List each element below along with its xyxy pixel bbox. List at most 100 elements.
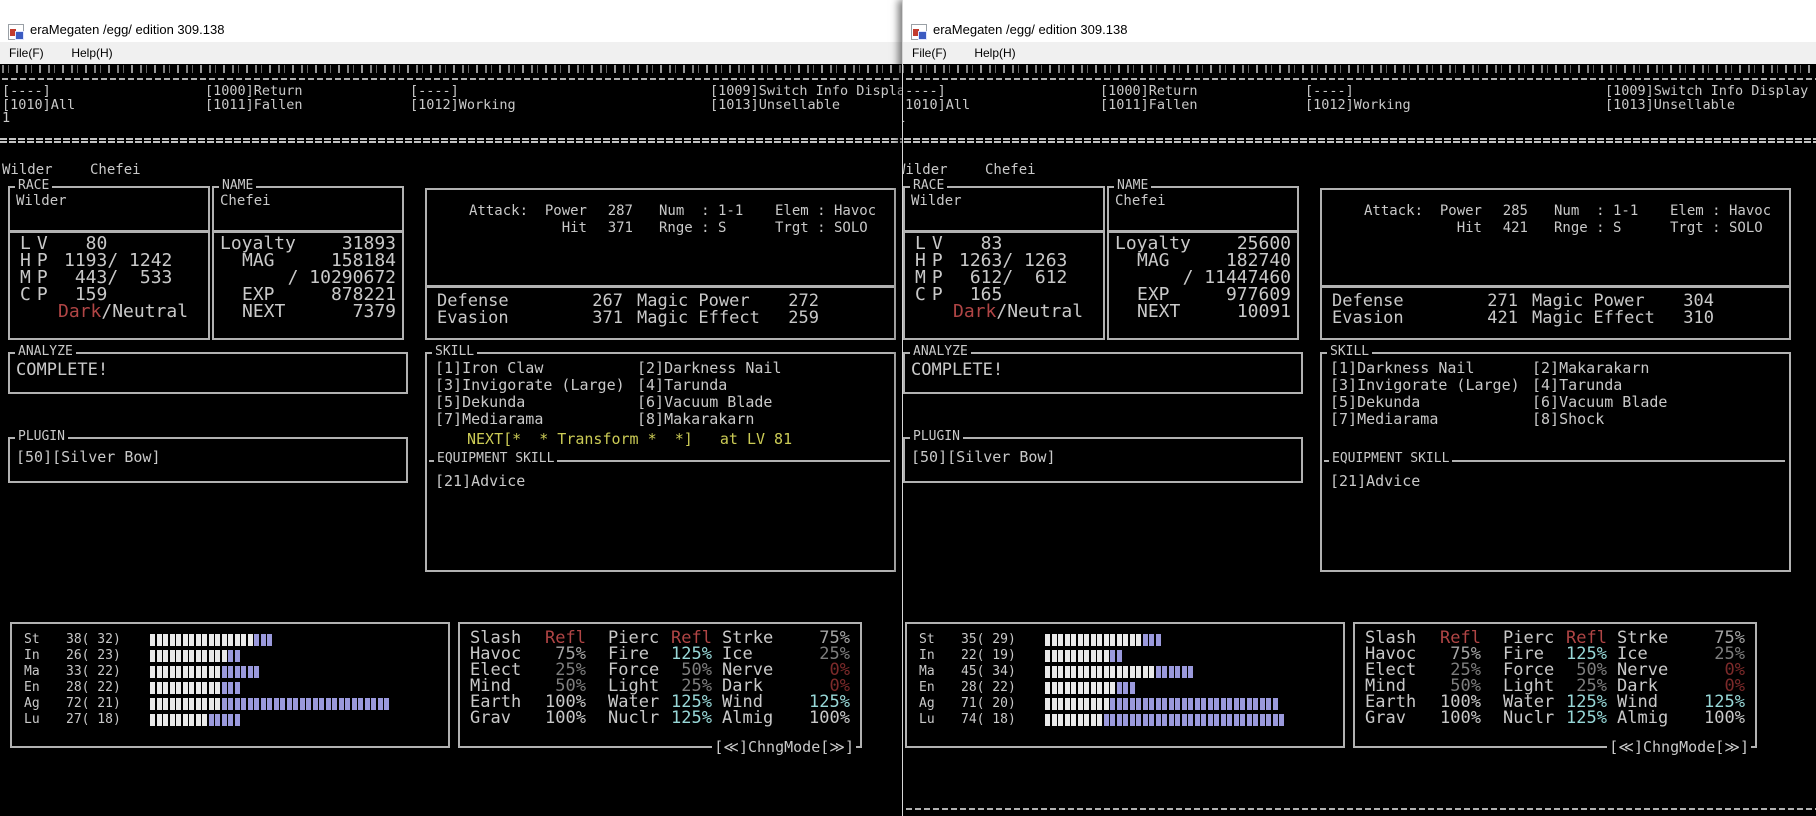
chngmode-button[interactable]: [≪]ChngMode[≫]	[1607, 738, 1751, 756]
mag-label: MAG	[242, 252, 275, 269]
skill-item[interactable]: [1]Iron Claw	[435, 360, 543, 377]
window-title: eraMegaten /egg/ edition 309.138	[30, 22, 224, 37]
param-row: En 28( 22)	[12, 680, 448, 696]
equipment-skill-item[interactable]: [21]Advice	[435, 472, 525, 490]
skill-item[interactable]: [8]Makarakarn	[637, 411, 754, 428]
resist-value: 100%	[809, 710, 850, 726]
command-item[interactable]: [----]	[410, 84, 459, 98]
cp-label: CP	[915, 286, 949, 303]
magic-effect-value: 310	[1642, 310, 1714, 326]
command-item[interactable]: [1009]Switch Info Display	[1605, 84, 1808, 98]
param-value: 26( 23)	[66, 648, 121, 663]
params-list: St 38( 32) In 26( 23) Ma 33( 22)	[12, 624, 448, 746]
defense-label: Defense	[437, 293, 509, 309]
menu-help[interactable]: Help(H)	[965, 43, 1024, 63]
analyze-value: COMPLETE!	[16, 360, 108, 380]
trgt-value: Trgt : SOLO	[775, 221, 868, 236]
command-item[interactable]: [1013]Unsellable	[1605, 98, 1735, 112]
command-item[interactable]: [----]	[2, 84, 51, 98]
param-bar	[150, 666, 261, 678]
name-value: Chefei	[220, 193, 271, 209]
skill-item[interactable]: [6]Vacuum Blade	[1532, 394, 1667, 411]
skill-box: SKILL [1]Darkness Nail[2]Makarakarn[3]In…	[1320, 352, 1791, 572]
menu-file[interactable]: File(F)	[903, 43, 956, 63]
titlebar[interactable]: eraMegaten /egg/ edition 309.138	[903, 0, 1816, 42]
analyze-label: ANALYZE	[15, 345, 76, 359]
skill-item[interactable]: [7]Mediarama	[1330, 411, 1438, 428]
param-row: Lu 74( 18)	[907, 712, 1343, 728]
magic-power-label: Magic Power	[1532, 293, 1645, 309]
page-indicator: 1	[903, 110, 905, 126]
param-value: 28( 22)	[961, 680, 1016, 695]
equipment-skill-divider: EQUIPMENT SKILL	[429, 460, 890, 462]
console-content: [----] [1000]Return [----] [1009]Switch Inf…	[0, 64, 902, 816]
evasion-value: 371	[543, 310, 623, 326]
param-bar	[1045, 714, 1286, 726]
command-item[interactable]: [1011]Fallen	[205, 98, 303, 112]
param-name: Ma	[24, 664, 40, 679]
analyze-box: ANALYZE COMPLETE!	[903, 352, 1303, 394]
param-name: In	[24, 648, 40, 663]
alignment-value: Dark/Neutral	[58, 303, 188, 320]
skill-item[interactable]: [5]Dekunda	[1330, 394, 1420, 411]
plugin-item[interactable]: [50][Silver Bow]	[911, 448, 1056, 466]
skill-item[interactable]: [2]Makarakarn	[1532, 360, 1649, 377]
command-item[interactable]: [1010]All	[903, 98, 970, 112]
skill-item[interactable]: [2]Darkness Nail	[637, 360, 782, 377]
skill-item[interactable]: [8]Shock	[1532, 411, 1604, 428]
command-row-2: [1010]All [1011]Fallen [1012]Working [1013]…	[0, 98, 902, 112]
command-item[interactable]: [----]	[903, 84, 946, 98]
evasion-value: 421	[1438, 310, 1518, 326]
menu-help[interactable]: Help(H)	[62, 43, 121, 63]
param-name: En	[24, 680, 40, 695]
param-name: St	[24, 632, 40, 647]
app-icon	[8, 24, 24, 40]
chngmode-button[interactable]: [≪]ChngMode[≫]	[712, 738, 856, 756]
skill-item[interactable]: [1]Darkness Nail	[1330, 360, 1475, 377]
skill-item[interactable]: [5]Dekunda	[435, 394, 525, 411]
command-item[interactable]: [1011]Fallen	[1100, 98, 1198, 112]
command-row-1: [----] [1000]Return [----] [1009]Switch Inf…	[903, 84, 1816, 98]
race-label: RACE	[15, 179, 52, 193]
bottom-separator	[903, 808, 1816, 810]
command-item[interactable]: [1012]Working	[1305, 98, 1411, 112]
skill-item[interactable]: [3]Invigorate (Large)	[1330, 377, 1520, 394]
alignment-value: Dark/Neutral	[953, 303, 1083, 320]
skill-item[interactable]: [7]Mediarama	[435, 411, 543, 428]
command-item[interactable]: [1010]All	[2, 98, 75, 112]
analyze-label: ANALYZE	[910, 345, 971, 359]
command-item[interactable]: [----]	[1305, 84, 1354, 98]
resist-label: Nuclr	[608, 710, 659, 726]
command-item[interactable]: [1012]Working	[410, 98, 516, 112]
command-item[interactable]: [1013]Unsellable	[710, 98, 840, 112]
skill-item[interactable]: [4]Tarunda	[637, 377, 727, 394]
defense-box: Defense 267 Magic Power 272 Evasion 371 …	[425, 286, 896, 340]
race-box: RACE Wilder	[8, 186, 210, 232]
resist-value: 125%	[1566, 710, 1607, 726]
param-value: 38( 32)	[66, 632, 121, 647]
params-list: St 35( 29) In 22( 19) Ma 45( 34)	[907, 624, 1343, 746]
params-box: St 38( 32) In 26( 23) Ma 33( 22)	[10, 622, 450, 748]
menubar: File(F) Help(H)	[0, 42, 902, 65]
attack-box: Attack: Power 287 Num : 1-1 Elem : Havoc…	[425, 188, 896, 287]
equipment-skill-item[interactable]: [21]Advice	[1330, 472, 1420, 490]
param-value: 28( 22)	[66, 680, 121, 695]
param-row: En 28( 22)	[907, 680, 1343, 696]
param-name: In	[919, 648, 935, 663]
analyze-value: COMPLETE!	[911, 360, 1003, 380]
titlebar[interactable]: eraMegaten /egg/ edition 309.138	[0, 0, 902, 42]
skill-item[interactable]: [3]Invigorate (Large)	[435, 377, 625, 394]
core-stats-box: LV 80 HP1193/ 1242 MP 443/ 533 CP 159 Da…	[8, 231, 210, 340]
param-row: In 22( 19)	[907, 648, 1343, 664]
attack-label: Attack:	[469, 204, 528, 219]
command-item[interactable]: [1000]Return	[205, 84, 303, 98]
plugin-item[interactable]: [50][Silver Bow]	[16, 448, 161, 466]
name-value: Chefei	[1115, 193, 1166, 209]
param-bar	[1045, 650, 1123, 662]
skill-item[interactable]: [4]Tarunda	[1532, 377, 1622, 394]
skill-item[interactable]: [6]Vacuum Blade	[637, 394, 772, 411]
command-item[interactable]: [1009]Switch Info Display	[710, 84, 902, 98]
menubar: File(F) Help(H)	[903, 42, 1816, 65]
command-item[interactable]: [1000]Return	[1100, 84, 1198, 98]
menu-file[interactable]: File(F)	[0, 43, 53, 63]
